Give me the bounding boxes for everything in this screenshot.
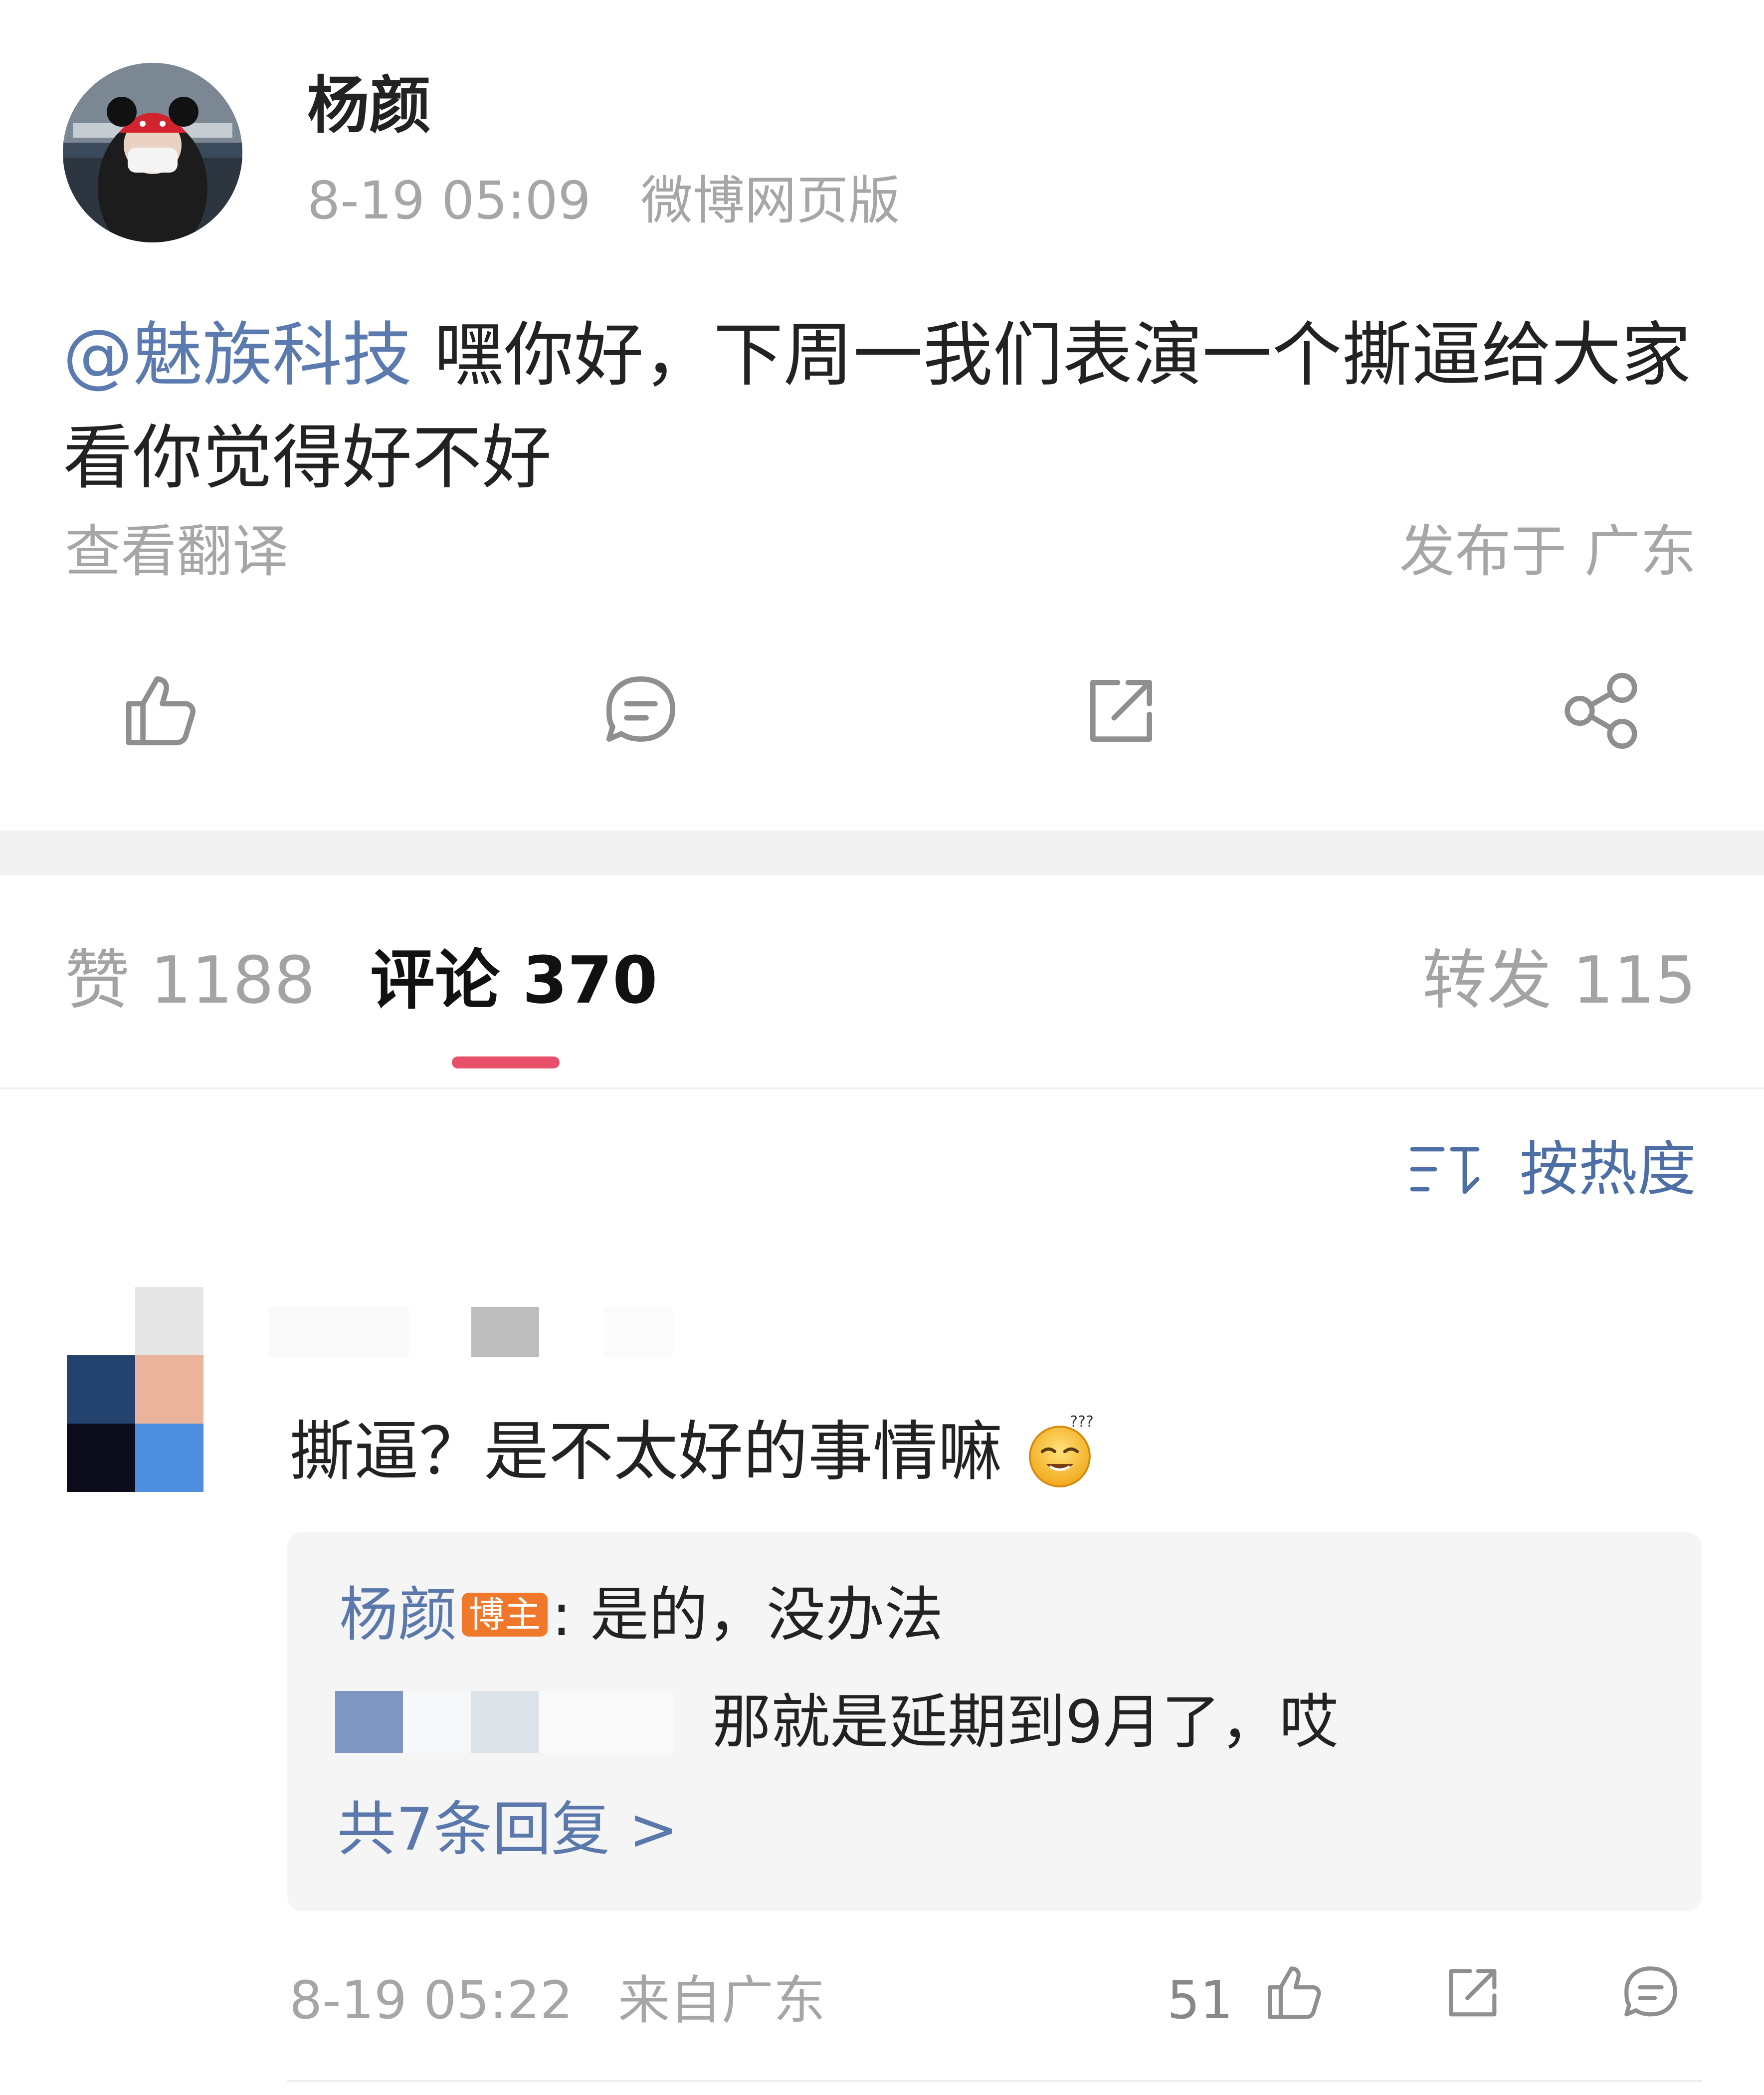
comment-text: 撕逼？是不太好的事情嘛	[289, 1414, 1003, 1489]
comment-location: 来自广东	[617, 1970, 825, 2031]
comment-icon[interactable]	[598, 668, 683, 753]
author-badge: 博主	[462, 1593, 548, 1637]
sort-icon	[1410, 1147, 1480, 1194]
comment-time: 8-19 05:22	[289, 1970, 573, 2031]
sort-label: 按热度	[1519, 1135, 1696, 1204]
thumbs-up-icon[interactable]	[118, 668, 203, 753]
comment-like-count: 51	[1167, 1970, 1233, 2031]
author-avatar[interactable]	[63, 63, 242, 242]
commenter-avatar[interactable]	[67, 1287, 203, 1492]
post-source: 微博网页版	[640, 170, 900, 231]
reply-user-redacted[interactable]	[335, 1691, 674, 1753]
mention-link[interactable]: @魅族科技	[63, 315, 412, 396]
post-location: 发布于 广东	[1399, 519, 1696, 584]
comment-repost-icon[interactable]	[1440, 1960, 1505, 2025]
svg-text:???: ???	[1070, 1413, 1094, 1431]
post-meta: 8-19 05:09 微博网页版	[307, 175, 900, 226]
commenter-name-redacted[interactable]	[269, 1307, 678, 1357]
reply-author[interactable]: 杨颜	[339, 1585, 457, 1644]
tab-likes[interactable]: 赞 1188	[65, 948, 315, 1013]
tab-divider	[0, 1087, 1764, 1089]
author-name[interactable]: 杨颜	[307, 75, 431, 137]
section-divider	[0, 831, 1764, 875]
comment-like-icon[interactable]	[1262, 1960, 1327, 2025]
active-tab-indicator	[452, 1056, 560, 1068]
dizzy-smile-emoji: ???	[1029, 1413, 1094, 1487]
reply-text-2: 那就是延期到9月了，哎	[712, 1687, 1339, 1756]
repost-icon[interactable]	[1079, 668, 1164, 753]
share-icon[interactable]	[1559, 668, 1643, 753]
reply-text: : 是的，没办法	[552, 1580, 944, 1649]
post-time: 8-19 05:09	[307, 170, 591, 231]
tab-reposts[interactable]: 转发 115	[1422, 948, 1696, 1013]
sort-button[interactable]: 按热度	[1410, 1140, 1696, 1199]
comment-meta: 8-19 05:22 来自广东	[289, 1974, 825, 2026]
tab-comments[interactable]: 评论 370	[370, 948, 658, 1013]
comment-reply-icon[interactable]	[1618, 1960, 1683, 2025]
translate-link[interactable]: 查看翻译	[65, 524, 288, 580]
comment-divider	[287, 2080, 1702, 2082]
view-replies-link[interactable]: 共7条回复 >	[337, 1800, 678, 1859]
reply-item: 杨颜 博主 : 是的，没办法	[339, 1585, 943, 1644]
comment-text-row: 撕逼？是不太好的事情嘛 ???	[289, 1412, 1102, 1491]
post-body: @魅族科技 嘿你好，下周一我们表演一个撕逼给大家看你觉得好不好	[63, 304, 1709, 510]
